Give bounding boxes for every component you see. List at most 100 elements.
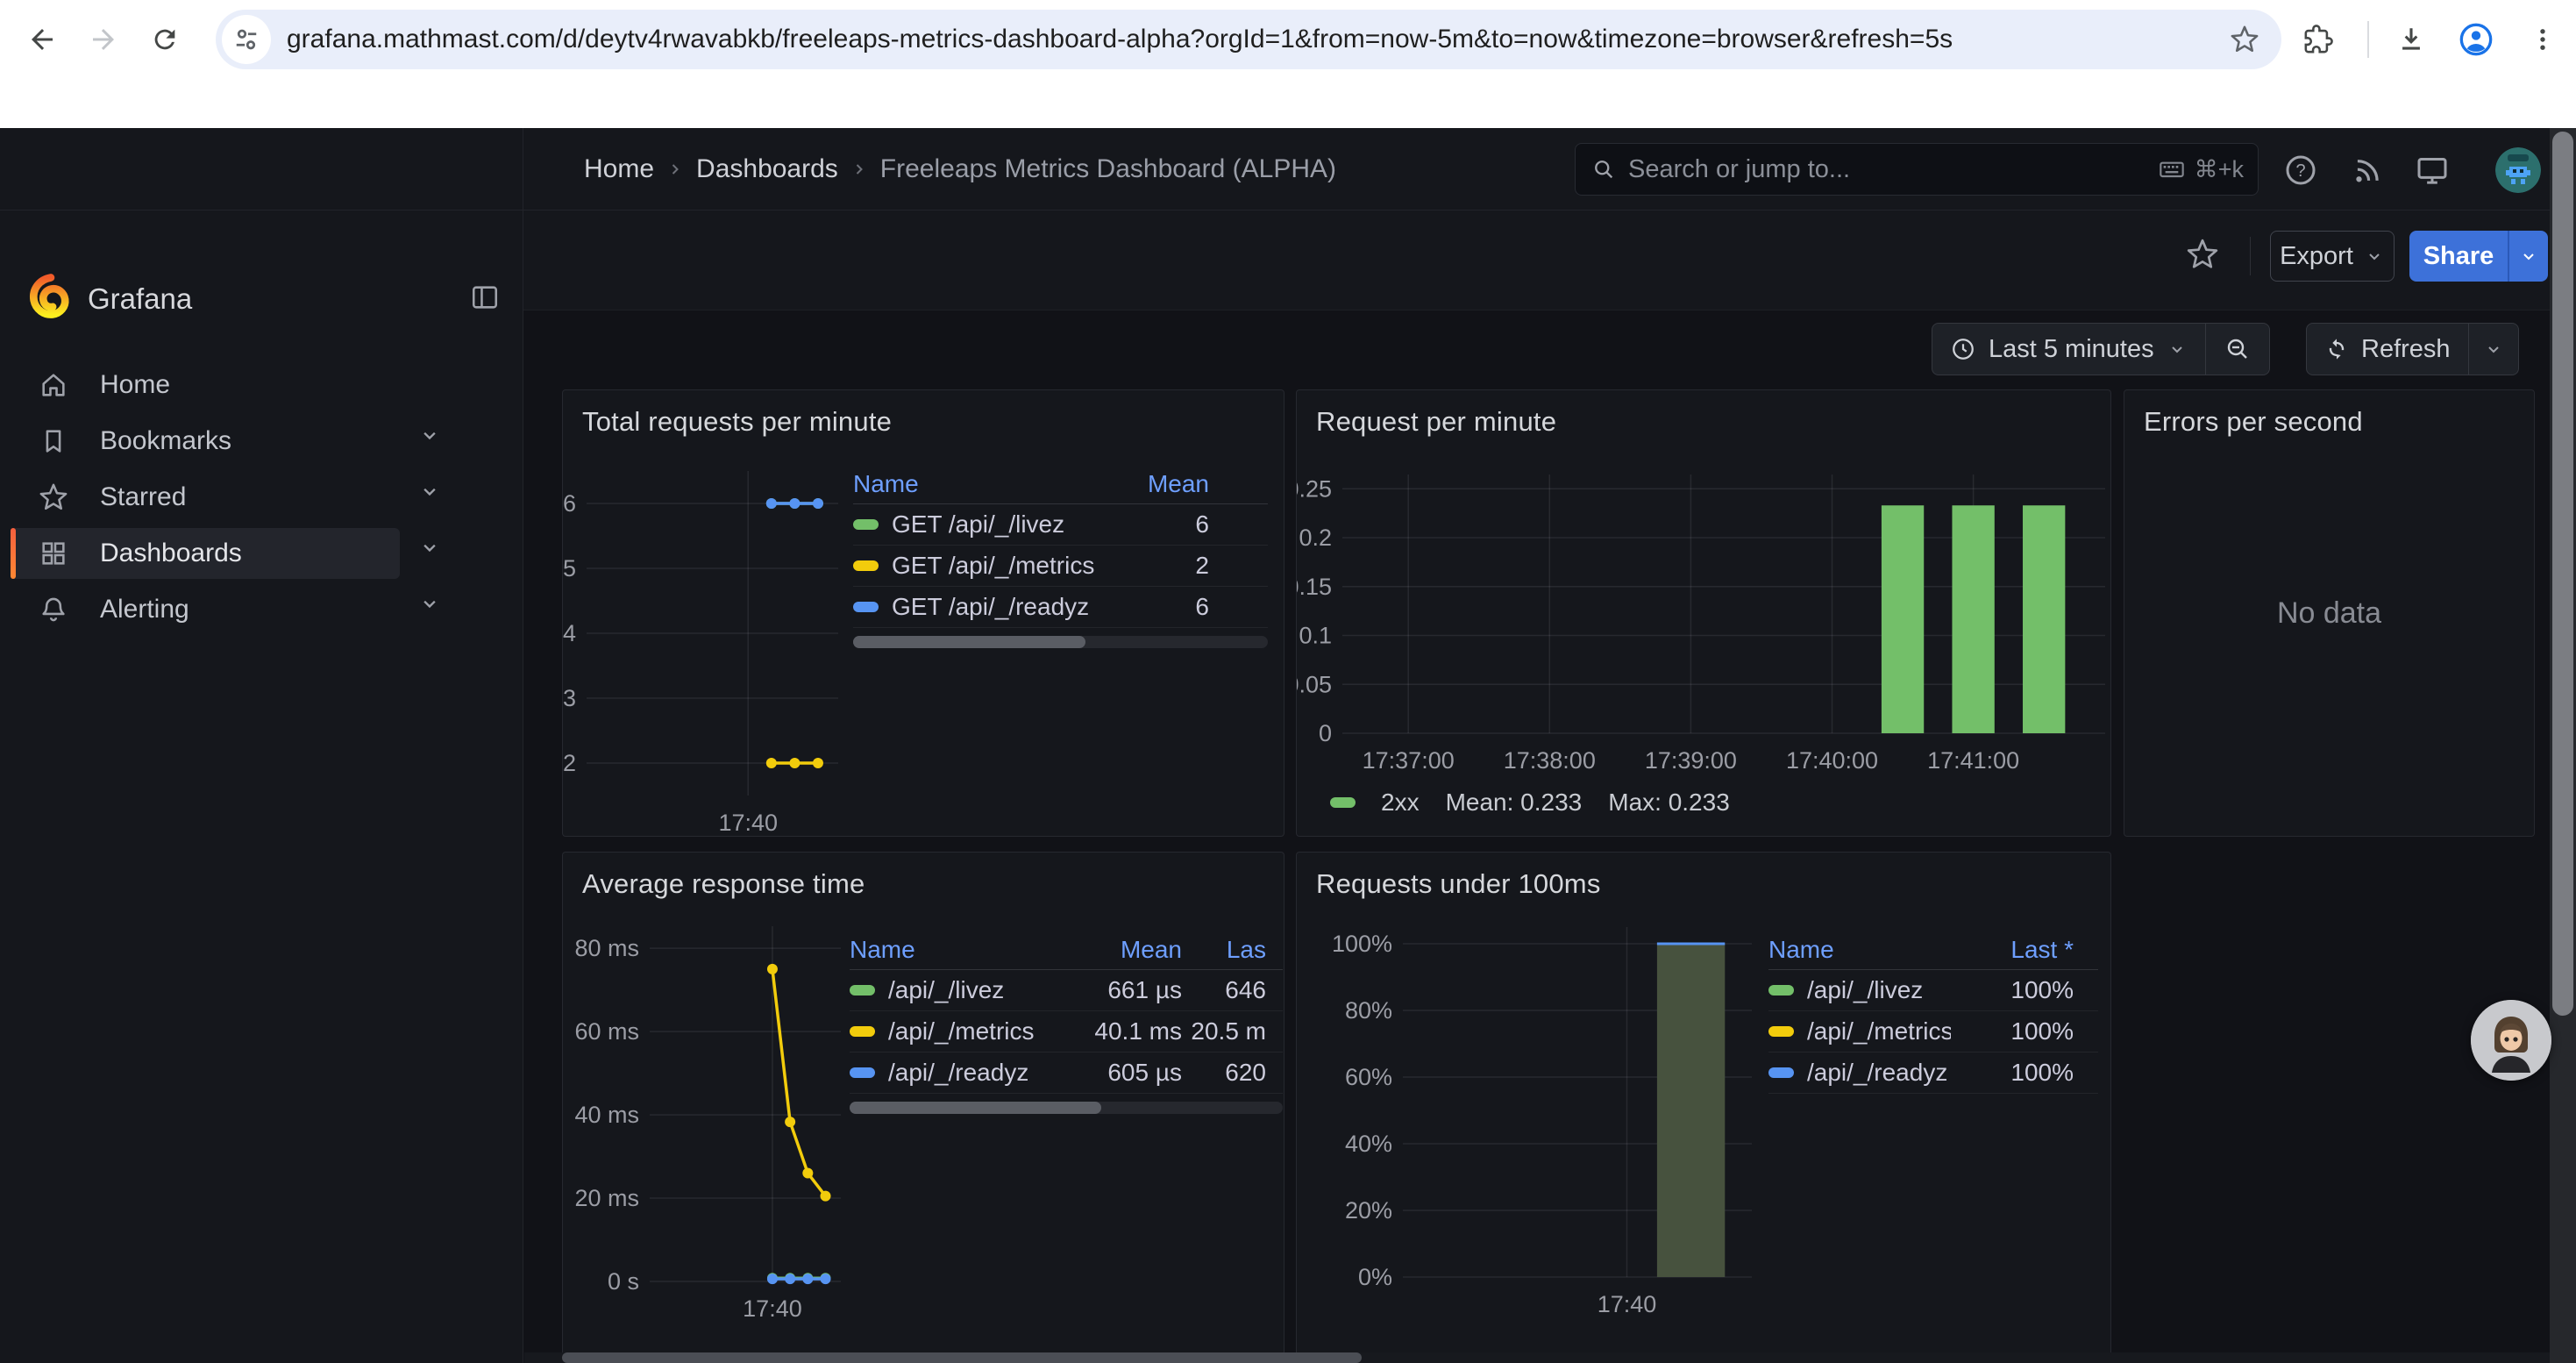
bookmark-page-button[interactable]: [2222, 17, 2267, 62]
legend-series-name: GET /api/_/readyz: [853, 593, 1108, 621]
sidebar-item-label: Dashboards: [100, 539, 242, 568]
legend-row[interactable]: /api/_/metrics100%: [1768, 1011, 2098, 1053]
toolbar-divider: [2367, 21, 2369, 58]
chevron-down-icon: [2364, 246, 2385, 267]
svg-text:17:38:00: 17:38:00: [1504, 747, 1596, 774]
news-button[interactable]: [2348, 151, 2387, 189]
svg-text:17:39:00: 17:39:00: [1645, 747, 1737, 774]
share-menu-button[interactable]: [2509, 231, 2548, 282]
help-button[interactable]: ?: [2281, 151, 2320, 189]
favorite-dashboard-button[interactable]: [2183, 235, 2222, 274]
sidebar-item-home[interactable]: Home: [11, 360, 400, 410]
zoom-out-icon: [2224, 335, 2252, 363]
legend-scrollbar[interactable]: [850, 1102, 1283, 1114]
svg-text:100%: 100%: [1332, 931, 1392, 957]
sidebar-item-alerting[interactable]: Alerting: [11, 584, 400, 635]
svg-text:17:37:00: 17:37:00: [1363, 747, 1455, 774]
keyboard-icon: [2158, 155, 2186, 183]
url-bar[interactable]: [216, 10, 2281, 69]
browser-profile-button[interactable]: [2457, 20, 2495, 59]
svg-text:0 s: 0 s: [608, 1268, 639, 1295]
legend-row[interactable]: /api/_/livez661 µs646: [850, 970, 1283, 1011]
chevron-down-icon: [417, 591, 442, 616]
requests-under-100ms-legend[interactable]: NameLast * /api/_/livez100%/api/_/metrics…: [1768, 930, 2098, 1094]
chevron-down-icon: [417, 479, 442, 503]
url-input[interactable]: [287, 25, 2213, 54]
series-name: 2xx: [1381, 789, 1420, 817]
grafana-logo[interactable]: [26, 272, 75, 321]
total-requests-legend[interactable]: NameMeanGET /api/_/livez6GET /api/_/metr…: [853, 464, 1268, 648]
legend-row[interactable]: /api/_/metrics40.1 ms20.5 m: [850, 1011, 1283, 1053]
sidebar-expand-dashboards[interactable]: [410, 528, 449, 567]
share-label: Share: [2423, 242, 2494, 271]
legend-column-header[interactable]: Last *: [1951, 936, 2074, 964]
chevron-right-icon: [849, 159, 870, 180]
horizontal-scrollbar-thumb[interactable]: [562, 1352, 1362, 1363]
svg-text:3: 3: [563, 685, 576, 711]
legend-value: 646: [1182, 976, 1266, 1004]
sidebar-item-starred[interactable]: Starred: [11, 472, 400, 523]
legend-value: 6: [1108, 510, 1209, 539]
legend-value: 605 µs: [1050, 1059, 1182, 1087]
search-input[interactable]: Search or jump to... ⌘+k: [1575, 143, 2259, 196]
legend-row[interactable]: GET /api/_/readyz6: [853, 587, 1268, 628]
user-avatar[interactable]: [2495, 147, 2541, 193]
sidebar-expand-starred[interactable]: [410, 472, 449, 510]
sidebar-expand-alerting[interactable]: [410, 584, 449, 623]
extensions-button[interactable]: [2299, 20, 2338, 59]
svg-text:0%: 0%: [1358, 1264, 1392, 1290]
legend-column-header[interactable]: Mean: [1050, 936, 1182, 964]
legend-scrollbar[interactable]: [853, 636, 1268, 648]
request-per-minute-chart[interactable]: 17:37:0017:38:0017:39:0017:40:0017:41:00…: [1297, 390, 2112, 838]
browser-menu-button[interactable]: [2523, 20, 2562, 59]
browser-reload-button[interactable]: [146, 20, 184, 59]
floating-avatar[interactable]: [2471, 1000, 2551, 1081]
sidebar-item-dashboards[interactable]: Dashboards: [11, 528, 400, 579]
average-response-time-legend[interactable]: NameMeanLas/api/_/livez661 µs646/api/_/m…: [850, 930, 1283, 1114]
svg-text:5: 5: [563, 555, 576, 582]
breadcrumb-home[interactable]: Home: [584, 154, 654, 184]
bookmarks-bar: Freeleaps 收藏博客: [0, 79, 2576, 128]
legend-row[interactable]: GET /api/_/metrics2: [853, 546, 1268, 587]
series-mean: Mean: 0.233: [1446, 789, 1583, 817]
legend-value: 620: [1182, 1059, 1266, 1087]
page-scrollbar-thumb[interactable]: [2552, 132, 2573, 1016]
legend-column-header[interactable]: Name: [850, 936, 1050, 964]
legend-row[interactable]: GET /api/_/livez6: [853, 504, 1268, 546]
request-per-minute-legend[interactable]: 2xx Mean: 0.233 Max: 0.233: [1330, 785, 1730, 820]
series-color-pill: [853, 602, 879, 612]
legend-column-header[interactable]: Mean: [1108, 470, 1209, 498]
back-arrow-icon: [26, 24, 58, 55]
share-button[interactable]: Share: [2409, 231, 2508, 282]
refresh-interval-button[interactable]: [2469, 324, 2518, 375]
time-range-label: Last 5 minutes: [1989, 335, 2154, 364]
sidebar-expand-bookmarks[interactable]: [410, 416, 449, 454]
sidebar-item-bookmarks[interactable]: Bookmarks: [11, 416, 400, 467]
svg-text:0: 0: [1319, 720, 1332, 746]
site-settings-button[interactable]: [222, 15, 271, 64]
legend-row[interactable]: /api/_/livez100%: [1768, 970, 2098, 1011]
time-range-picker[interactable]: Last 5 minutes: [1932, 324, 2205, 375]
legend-scrollbar-thumb[interactable]: [853, 636, 1085, 648]
legend-scrollbar-thumb[interactable]: [850, 1102, 1101, 1114]
svg-text:17:41:00: 17:41:00: [1927, 747, 2019, 774]
legend-row[interactable]: /api/_/readyz605 µs620: [850, 1053, 1283, 1094]
legend-row[interactable]: /api/_/readyz100%: [1768, 1053, 2098, 1094]
browser-forward-button[interactable]: [84, 20, 123, 59]
zoom-out-time-button[interactable]: [2206, 324, 2269, 375]
legend-column-header[interactable]: Name: [853, 470, 1108, 498]
breadcrumb-dashboards[interactable]: Dashboards: [696, 154, 838, 184]
sidebar-toggle-button[interactable]: [465, 277, 505, 318]
legend-value: 2: [1108, 552, 1209, 580]
kiosk-mode-button[interactable]: [2413, 151, 2451, 189]
legend-column-header[interactable]: Name: [1768, 936, 1951, 964]
tune-icon: [233, 26, 260, 53]
legend-column-header[interactable]: Las: [1182, 936, 1266, 964]
legend-series-name: GET /api/_/metrics: [853, 552, 1108, 580]
svg-text:0.25: 0.25: [1297, 475, 1332, 502]
export-button[interactable]: Export: [2270, 231, 2395, 282]
sidebar: [0, 128, 523, 1363]
browser-back-button[interactable]: [23, 20, 61, 59]
refresh-button[interactable]: Refresh: [2307, 324, 2468, 375]
downloads-button[interactable]: [2392, 20, 2430, 59]
